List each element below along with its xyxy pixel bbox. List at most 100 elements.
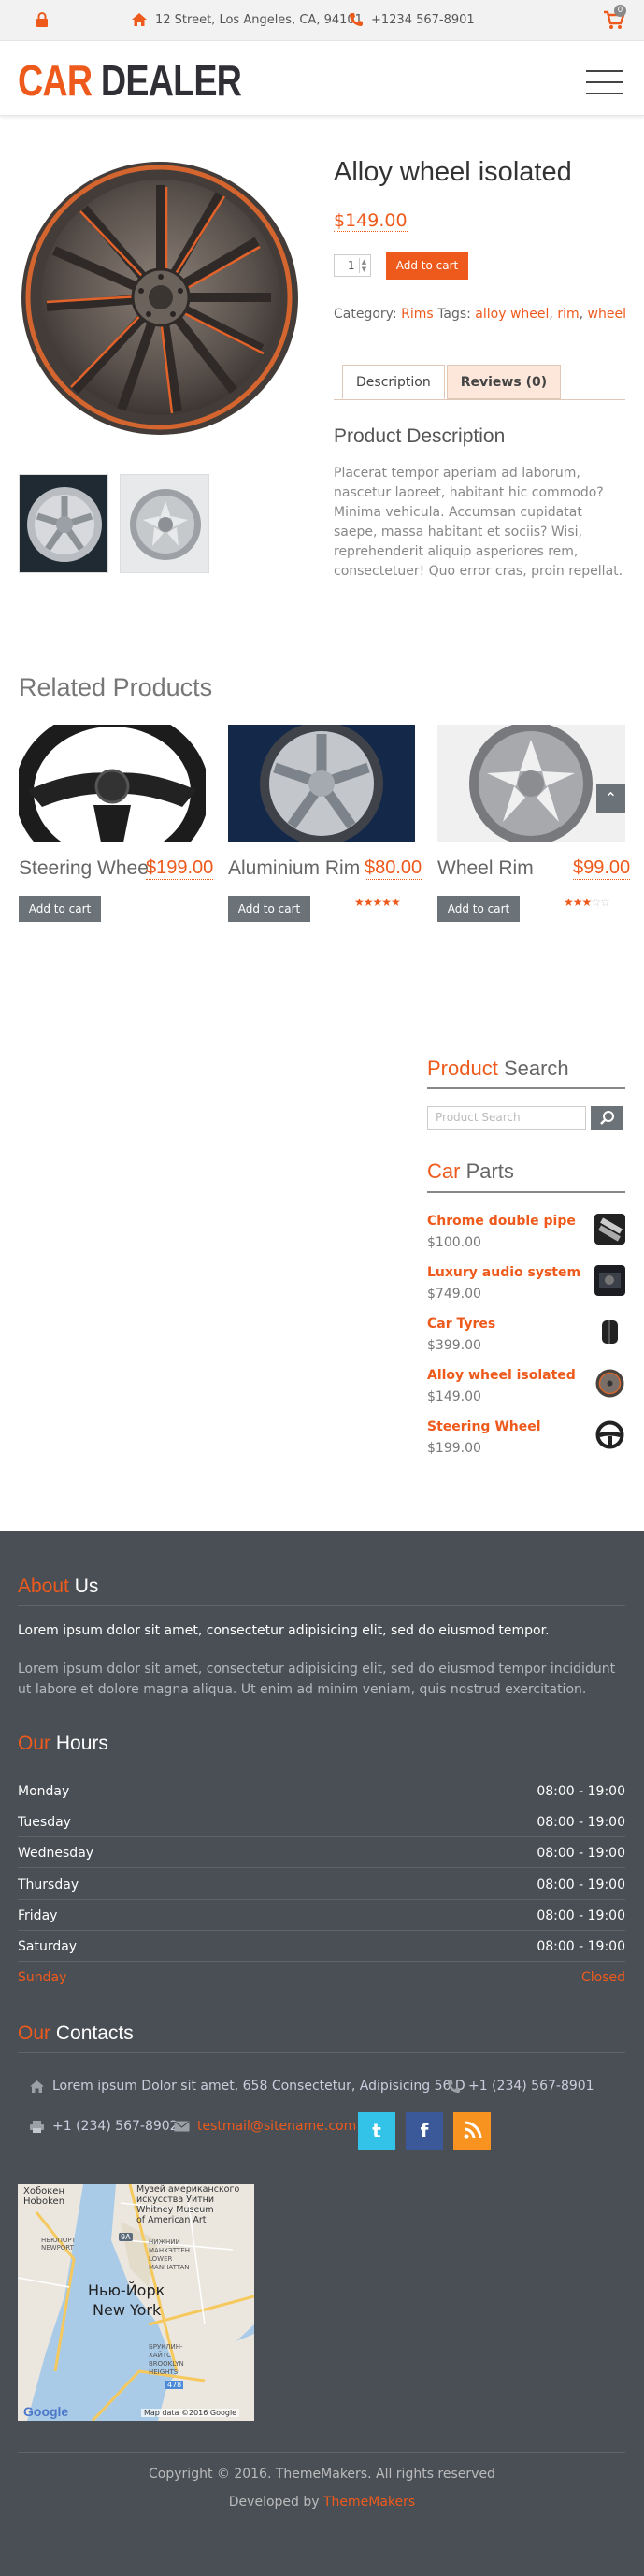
part-name[interactable]: Steering Wheel: [427, 1419, 541, 1434]
site-header: CAR DEALER: [0, 41, 644, 116]
tag-link[interactable]: rim: [557, 307, 579, 322]
contacts-title-rest: Contacts: [50, 2022, 134, 2044]
rss-icon[interactable]: [453, 2112, 491, 2150]
map-label-newport: НЬЮПОРТ NEWPORT: [41, 2237, 76, 2252]
part-name[interactable]: Luxury audio system: [427, 1265, 580, 1280]
product-search-title-rest: Search: [497, 1057, 569, 1080]
about-lead: Lorem ipsum dolor sit amet, consectetur …: [18, 1623, 550, 1638]
car-parts-title: Car Parts: [427, 1159, 514, 1184]
tab-description[interactable]: Description: [342, 365, 445, 399]
tag-link[interactable]: alloy wheel: [475, 307, 549, 322]
contact-address: Lorem ipsum Dolor sit amet, 658 Consecte…: [29, 2079, 465, 2094]
hours-time: Closed: [580, 1970, 625, 1985]
product-search-input[interactable]: Product Search: [427, 1106, 586, 1130]
part-thumb-chrome-pipe[interactable]: [594, 1214, 625, 1245]
footer-divider: [18, 2052, 625, 2053]
product-thumbnail-2[interactable]: [120, 474, 209, 573]
related-image-aluminium-rim[interactable]: [228, 725, 415, 842]
map-label-brooklyn-heights: БРУКЛИН- ХАЙТС BROOKLYN HEIGHTS: [149, 2343, 184, 2376]
topbar-address-text: 12 Street, Los Angeles, CA, 94101: [155, 12, 363, 27]
part-thumb-steering-wheel[interactable]: [594, 1419, 625, 1450]
hours-day: Monday: [18, 1784, 70, 1799]
part-name[interactable]: Car Tyres: [427, 1317, 495, 1331]
product-meta: Category: Rims Tags: alloy wheel, rim, w…: [334, 307, 626, 322]
hours-title-accent: Our: [18, 1733, 51, 1754]
rating-stars: ★★★☆☆: [564, 896, 610, 909]
home-icon: [30, 2080, 44, 2093]
contact-phone: +1 (234) 567-8901: [447, 2079, 594, 2094]
related-add-to-cart-button[interactable]: Add to cart: [437, 896, 520, 922]
menu-toggle-icon[interactable]: [586, 70, 623, 96]
contacts-title-accent: Our: [18, 2022, 51, 2044]
hours-time: 08:00 - 19:00: [537, 1939, 625, 1954]
part-name[interactable]: Alloy wheel isolated: [427, 1368, 576, 1383]
hours-row-closed: Sunday Closed: [18, 1962, 625, 1993]
hours-row: Wednesday 08:00 - 19:00: [18, 1837, 625, 1868]
hours-row: Friday 08:00 - 19:00: [18, 1900, 625, 1931]
part-name[interactable]: Chrome double pipe: [427, 1214, 576, 1229]
map-label-lower-manhattan: НИЖНИЙ МАНХЭТТЕН LOWER MANHATTAN: [149, 2238, 191, 2271]
contact-email-link[interactable]: testmail@sitename.com: [197, 2119, 356, 2134]
topbar-phone: +1234 567-8901: [349, 12, 475, 27]
quantity-arrows-icon[interactable]: ▲ ▼: [359, 258, 368, 273]
phone-icon: [447, 2080, 461, 2093]
widget-underline: [427, 1087, 625, 1089]
topbar-phone-text[interactable]: +1234 567-8901: [371, 13, 475, 27]
related-price-3: $99.00: [573, 857, 631, 880]
site-logo[interactable]: CAR DEALER: [18, 56, 242, 105]
related-name-1[interactable]: Steering Wheel: [19, 857, 153, 880]
developer-link[interactable]: ThemeMakers: [323, 2495, 415, 2510]
related-price-2: $80.00: [365, 857, 422, 880]
contact-phone-text[interactable]: +1 (234) 567-8901: [468, 2079, 594, 2094]
map-credit: Map data ©2016 Google: [141, 2409, 240, 2417]
add-to-cart-button[interactable]: Add to cart: [386, 252, 468, 280]
hours-day: Friday: [18, 1908, 58, 1923]
our-hours-title: Our Hours: [18, 1733, 108, 1755]
hours-row: Saturday 08:00 - 19:00: [18, 1931, 625, 1962]
category-label: Category:: [334, 307, 397, 322]
printer-icon: [30, 2120, 44, 2133]
contact-email: testmail@sitename.com: [174, 2119, 356, 2134]
hours-time: 08:00 - 19:00: [537, 1784, 625, 1799]
lock-icon[interactable]: [36, 12, 49, 27]
quantity-stepper[interactable]: 1 ▲ ▼: [334, 254, 371, 277]
logo-dealer: DEALER: [100, 56, 242, 105]
tag-link[interactable]: wheel: [588, 307, 626, 322]
search-button[interactable]: [591, 1106, 623, 1130]
hours-row: Thursday 08:00 - 19:00: [18, 1869, 625, 1900]
contact-fax: +1 (234) 567-8902: [29, 2119, 179, 2134]
topbar-address: 12 Street, Los Angeles, CA, 94101: [131, 12, 363, 27]
facebook-icon[interactable]: f: [406, 2112, 443, 2150]
phone-icon: [350, 13, 363, 26]
location-map[interactable]: Хобокен Hoboken Музей американского иску…: [18, 2184, 254, 2421]
hours-row: Tuesday 08:00 - 19:00: [18, 1806, 625, 1837]
scroll-to-top-button[interactable]: ⌃: [596, 784, 625, 813]
part-thumb-audio-system[interactable]: [594, 1265, 625, 1296]
related-add-to-cart-button[interactable]: Add to cart: [228, 896, 310, 922]
chevron-up-icon: ⌃: [604, 789, 618, 807]
hours-time: 08:00 - 19:00: [537, 1908, 625, 1923]
hours-day: Tuesday: [18, 1815, 71, 1830]
product-thumbnail-1[interactable]: [19, 474, 108, 573]
product-search-title-accent: Product: [427, 1057, 498, 1080]
hours-time: 08:00 - 19:00: [537, 1846, 625, 1861]
hours-title-rest: Hours: [50, 1733, 108, 1754]
car-parts-title-rest: Parts: [460, 1159, 514, 1183]
part-thumb-alloy-wheel[interactable]: [594, 1368, 625, 1399]
part-price: $749.00: [427, 1287, 481, 1302]
related-add-to-cart-button[interactable]: Add to cart: [19, 896, 101, 922]
tab-reviews[interactable]: Reviews (0): [446, 365, 562, 399]
related-image-steering-wheel[interactable]: [19, 725, 206, 842]
twitter-icon[interactable]: t: [358, 2112, 395, 2150]
related-name-3[interactable]: Wheel Rim: [437, 857, 534, 880]
part-price: $199.00: [427, 1441, 481, 1456]
about-us-title: About Us: [18, 1576, 98, 1598]
envelope-icon: [174, 2121, 190, 2132]
footer-divider: [18, 1605, 625, 1606]
part-thumb-car-tyres[interactable]: [594, 1317, 625, 1347]
product-main-image[interactable]: [19, 157, 301, 439]
quantity-value: 1: [348, 259, 355, 272]
category-link[interactable]: Rims: [401, 307, 434, 322]
related-name-2[interactable]: Aluminium Rim: [228, 857, 360, 880]
search-icon: [600, 1111, 614, 1125]
